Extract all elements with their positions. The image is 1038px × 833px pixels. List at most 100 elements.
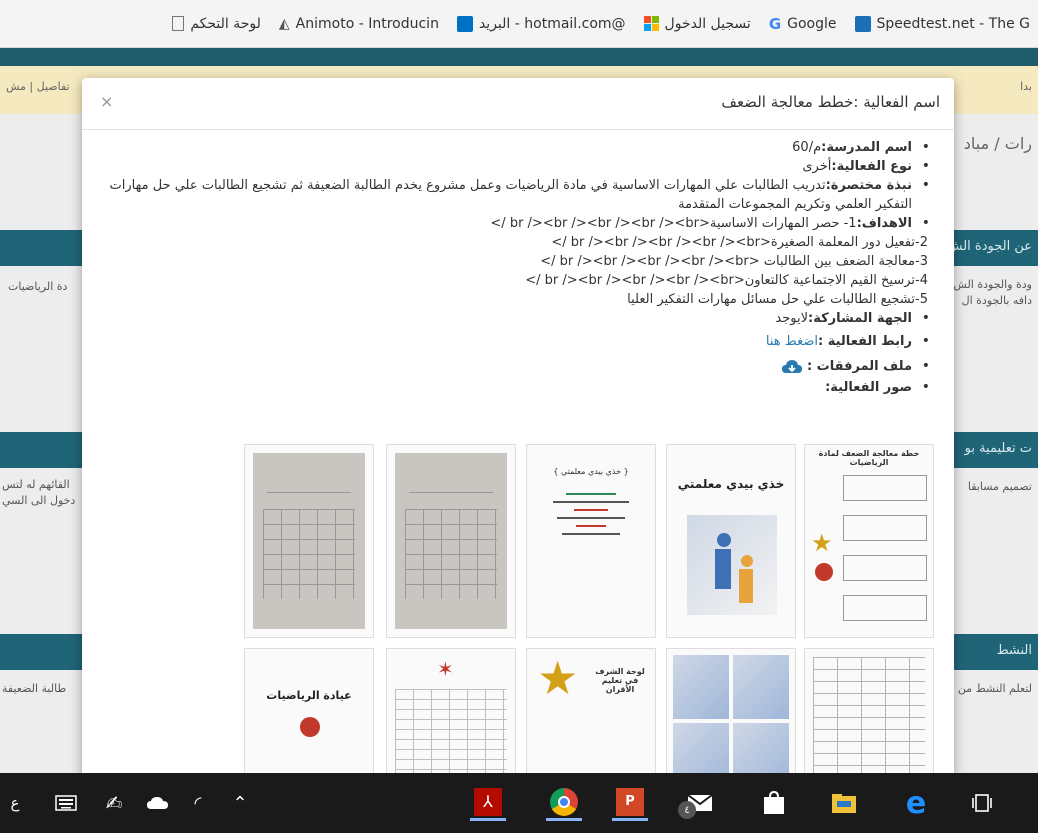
language-label: ع [10,794,20,812]
summary-value: تدريب الطالبات علي المهارات الاساسية في … [109,178,912,212]
bookmarks-bar: Speedtest.net - The G G Google تسجيل الد… [0,0,1038,48]
section-text: لتعلم النشط من [957,682,1032,695]
touch-keyboard-icon[interactable] [48,785,84,821]
bookmark-label: تسجيل الدخول [664,15,751,32]
bookmark-label: Animoto - Introducin [295,15,439,32]
thumb-caption: لوحة الشرف في تعليم الأقران [595,667,645,694]
gallery-thumb[interactable] [386,444,516,638]
attachments-label: ملف المرفقات : [806,359,912,374]
section-text: دخول الى السي [2,494,76,507]
section-text: دافه بالجودة ال [961,294,1032,307]
section-band-label: ت تعليمية بو [964,441,1032,456]
mail-taskbar-icon[interactable]: ٤ [678,785,718,821]
action-center-icon[interactable] [964,785,1000,821]
edge-taskbar-icon[interactable]: e [898,785,934,821]
outlook-icon [456,15,473,32]
goals-line: 5-تشجيع الطالبات علي حل مسائل مهارات الت… [627,292,928,307]
site-top-strip [0,48,1038,66]
mail-badge: ٤ [678,801,696,819]
modal-title: اسم الفعالية :خطط معالجة الضعف [721,93,940,111]
climbing-figures-image [687,515,777,615]
cloud-download-icon[interactable] [781,358,803,376]
gallery-thumb[interactable]: { خذي بيدي معلمتي } [526,444,656,638]
crescent-logo-icon [815,563,833,581]
link-item: رابط الفعالية :اضغط هنا [102,332,934,351]
scanned-paper-image [395,453,507,629]
type-item: نوع الفعالية:أخرى [102,157,934,176]
partner-value: لايوجد [775,311,808,326]
star-icon: ✶ [437,657,454,681]
crescent-logo-icon [300,717,320,737]
school-item: اسم المدرسة:م/60 [102,138,934,157]
type-label: نوع الفعالية: [831,159,912,174]
gallery-thumb[interactable]: خذي بيدي معلمتي [666,444,796,638]
bookmark-mail[interactable]: البريد - hotmail.com@ [456,15,626,32]
input-language-indicator[interactable]: ع [0,785,30,821]
bookmark-dashboard[interactable]: لوحة التحكم [172,16,261,32]
close-icon[interactable]: × [100,92,113,111]
section-band-label: النشط [996,643,1032,658]
file-explorer-taskbar-icon[interactable] [826,785,862,821]
star-icon: ★ [811,529,833,557]
taskbar: ع ✍ ◜ ⌃ ⅄ P ٤ e [0,773,1038,833]
page-icon [172,16,185,31]
photos-item: صور الفعالية: [102,378,934,397]
photos-label: صور الفعالية: [825,380,912,395]
microsoft-icon [643,16,659,31]
gallery-thumb[interactable]: خطة معالجة الضعف لمادة الرياضيات ★ [804,444,934,638]
wifi-icon[interactable]: ◜ [180,785,216,821]
section-band-label: عن الجودة الش [946,239,1032,254]
table-sheet-image [395,689,507,778]
google-icon: G [768,14,782,33]
gallery-thumb[interactable]: ★ لوحة الشرف في تعليم الأقران [526,648,656,778]
star-icon: ★ [537,651,579,705]
section-text: القائهم له لتس [2,478,70,491]
goals-line: 1- حصر المهارات الاساسية<br /><br /><br … [490,216,857,231]
bookmark-label: لوحة التحكم [190,15,261,32]
nav-left-text[interactable]: تفاصيل | مش [6,80,70,93]
school-value: م/60 [792,140,822,155]
goals-line: 3-معالجة الضعف بين الطالبات <br /><br />… [540,254,928,269]
attachments-item: ملف المرفقات : [102,357,934,376]
summary-label: نبذة مختصرة: [825,178,912,193]
climbers-collage-image [673,655,789,778]
acrobat-taskbar-icon[interactable]: ⅄ [470,785,506,821]
breadcrumb: رات / مباد [963,134,1032,153]
bookmark-google[interactable]: G Google [769,15,837,33]
section-text: طالبة الضعيفة [2,682,67,695]
gallery-thumb[interactable]: عيادة الرياضيات [244,648,374,778]
scanned-paper-image [253,453,365,629]
gallery-thumb[interactable]: ✶ [386,648,516,778]
bookmark-speedtest[interactable]: Speedtest.net - The G [854,15,1031,32]
gallery-thumb[interactable] [244,444,374,638]
thumb-caption: عيادة الرياضيات [266,689,352,702]
bookmark-label: Google [787,15,837,32]
bookmark-login[interactable]: تسجيل الدخول [643,15,751,32]
school-label: اسم المدرسة: [821,140,912,155]
partner-label: الجهة المشاركة: [808,311,912,326]
activity-link[interactable]: اضغط هنا [766,334,818,349]
powerpoint-taskbar-icon[interactable]: P [612,785,648,821]
section-text: ودة والجودة الش [953,278,1032,291]
type-value: أخرى [802,159,832,174]
summary-item: نبذة مختصرة:تدريب الطالبات علي المهارات … [102,176,934,214]
link-label: رابط الفعالية : [818,334,912,349]
section-text: تصميم مسابقا [967,480,1032,493]
nav-right-text[interactable]: بدا [1020,80,1032,93]
bookmark-animoto[interactable]: ◭ Animoto - Introducin [279,16,439,32]
thumb-caption: خطة معالجة الضعف لمادة الرياضيات [818,449,920,467]
animoto-icon: ◭ [278,15,290,32]
bookmark-label: Speedtest.net - The G [876,15,1031,32]
thumb-caption: خذي بيدي معلمتي [677,477,785,491]
gallery-thumb[interactable] [666,648,796,778]
chrome-taskbar-icon[interactable] [546,785,582,821]
onedrive-icon[interactable] [140,785,176,821]
store-taskbar-icon[interactable] [756,785,792,821]
modal-body: اسم المدرسة:م/60 نوع الفعالية:أخرى نبذة … [82,130,954,397]
partner-item: الجهة المشاركة:لايوجد [102,309,934,328]
gallery-thumb[interactable] [804,648,934,778]
goals-line: 4-ترسيخ القيم الاجتماعية كالتعاون<br /><… [525,273,928,288]
pen-workspace-icon[interactable]: ✍ [96,785,132,821]
section-text: دة الرياضيات [8,280,68,293]
chevron-up-icon[interactable]: ⌃ [222,785,258,821]
